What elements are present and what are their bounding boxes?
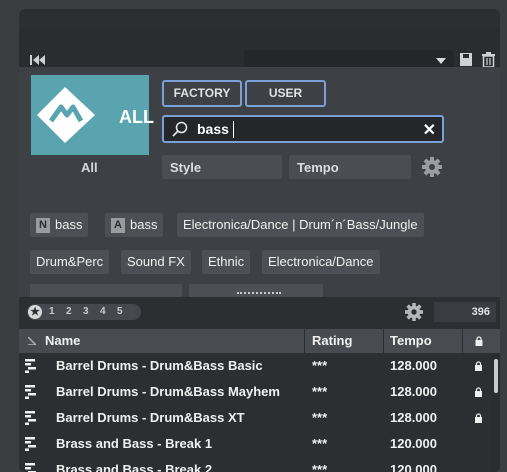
row-tempo: 128.000 [390,358,437,373]
rating-5[interactable]: 5 [117,306,123,317]
name-key-badge: N [36,218,50,233]
content-set-label: All [81,160,98,175]
pattern-icon [25,437,36,451]
chip-label: Ethnic [208,254,245,269]
filter-section: ALL All FACTORY USER bass ✕ Style Tempo [19,67,500,297]
style-filter[interactable]: Style [162,155,282,179]
column-rating[interactable]: Rating [312,329,352,353]
row-tempo: 120.000 [390,436,437,451]
chip-label: Electronica/Dance [268,254,374,269]
table-row[interactable]: Barrel Drums - Drum&Bass Basic *** 128.000 [19,353,491,379]
sort-icon[interactable] [28,337,36,345]
filter-chip-name-bass[interactable]: Nbass [30,213,89,237]
tempo-filter[interactable]: Tempo [289,155,411,179]
user-button[interactable]: USER [245,80,326,107]
chip-label: bass [55,217,83,232]
row-tempo: 128.000 [390,384,437,399]
chip-label: Electronica/Dance | Drum´n´Bass/Jungle [183,217,418,232]
row-rating: *** [312,410,328,425]
table-header: Name Rating Tempo [19,329,500,353]
logo-text: ALL [119,107,154,127]
table-row[interactable]: Brass and Bass - Break 1 *** 120.000 [19,431,491,457]
skip-to-first-icon[interactable] [30,54,46,66]
star-icon: ★ [28,305,42,319]
chip-label: Sound FX [127,254,185,269]
rating-3[interactable]: 3 [83,306,89,317]
row-name: Brass and Bass - Break 1 [56,436,213,451]
pattern-icon [25,385,36,399]
rating-filter-bar: ★ 1 2 3 4 5 396 [19,297,500,327]
lock-column-icon[interactable] [475,336,483,346]
brand-logo-icon [37,87,95,143]
filter-chip[interactable] [30,284,182,297]
column-divider [383,329,384,353]
search-input[interactable]: bass ✕ [162,115,444,143]
search-value: bass [197,121,229,137]
dropdown-arrow-icon [436,58,446,64]
attribute-key-badge: A [111,218,125,233]
rating-2[interactable]: 2 [66,306,72,317]
chip-label: bass [130,217,158,232]
row-rating: *** [312,436,328,451]
media-browser-panel: ALL All FACTORY USER bass ✕ Style Tempo [19,9,500,472]
row-name: Barrel Drums - Drum&Bass XT [56,410,245,425]
filter-chip-electronica[interactable]: Electronica/Dance [262,250,380,274]
lock-icon [475,361,482,371]
pattern-icon [25,463,36,472]
column-tempo[interactable]: Tempo [390,329,432,353]
lock-icon [475,387,482,397]
column-divider [462,329,463,353]
filter-chip-soundfx[interactable]: Sound FX [121,250,191,274]
filter-chip-attribute-bass[interactable]: Abass [105,213,164,237]
all-content-logo[interactable]: ALL [31,75,154,155]
preset-toolbar [19,27,500,71]
search-icon [172,121,188,137]
column-name[interactable]: Name [45,329,80,353]
pattern-icon [25,359,36,373]
chip-label: Drum&Perc [36,254,104,269]
tempo-label: Tempo [297,160,339,175]
resize-handle[interactable] [237,292,281,296]
filter-chip-style-dnb[interactable]: Electronica/Dance | Drum´n´Bass/Jungle [177,213,424,237]
factory-button[interactable]: FACTORY [162,80,242,107]
scrollbar-thumb[interactable] [494,359,498,393]
rating-filter[interactable]: ★ 1 2 3 4 5 [27,304,141,320]
filter-chip-ethnic[interactable]: Ethnic [202,250,251,274]
row-rating: *** [312,358,328,373]
save-icon[interactable] [460,53,472,66]
rating-4[interactable]: 4 [100,306,106,317]
trash-icon[interactable] [482,52,495,67]
column-settings-gear-icon[interactable] [405,303,423,321]
pattern-icon [25,411,36,425]
table-row[interactable]: Barrel Drums - Drum&Bass XT *** 128.000 [19,405,491,431]
clear-icon[interactable]: ✕ [423,120,436,140]
column-divider [304,329,305,353]
row-name: Barrel Drums - Drum&Bass Basic [56,358,263,373]
rating-1[interactable]: 1 [49,306,55,317]
row-name: Brass and Bass - Break 2 [56,462,213,472]
row-tempo: 128.000 [390,410,437,425]
lock-icon [475,413,482,423]
style-label: Style [170,160,202,175]
row-rating: *** [312,384,328,399]
table-row[interactable]: Barrel Drums - Drum&Bass Mayhem *** 128.00… [19,379,491,405]
text-caret [233,121,234,138]
table-row[interactable]: Brass and Bass - Break 2 *** 120.000 [19,457,491,472]
filter-chip-drumperc[interactable]: Drum&Perc [30,250,110,274]
row-rating: *** [312,462,328,472]
row-name: Barrel Drums - Drum&Bass Mayhem [56,384,280,399]
row-tempo: 120.000 [390,462,437,472]
vertical-scrollbar[interactable] [491,353,500,472]
filter-settings-gear-icon[interactable] [422,157,442,177]
result-count: 396 [434,302,496,322]
